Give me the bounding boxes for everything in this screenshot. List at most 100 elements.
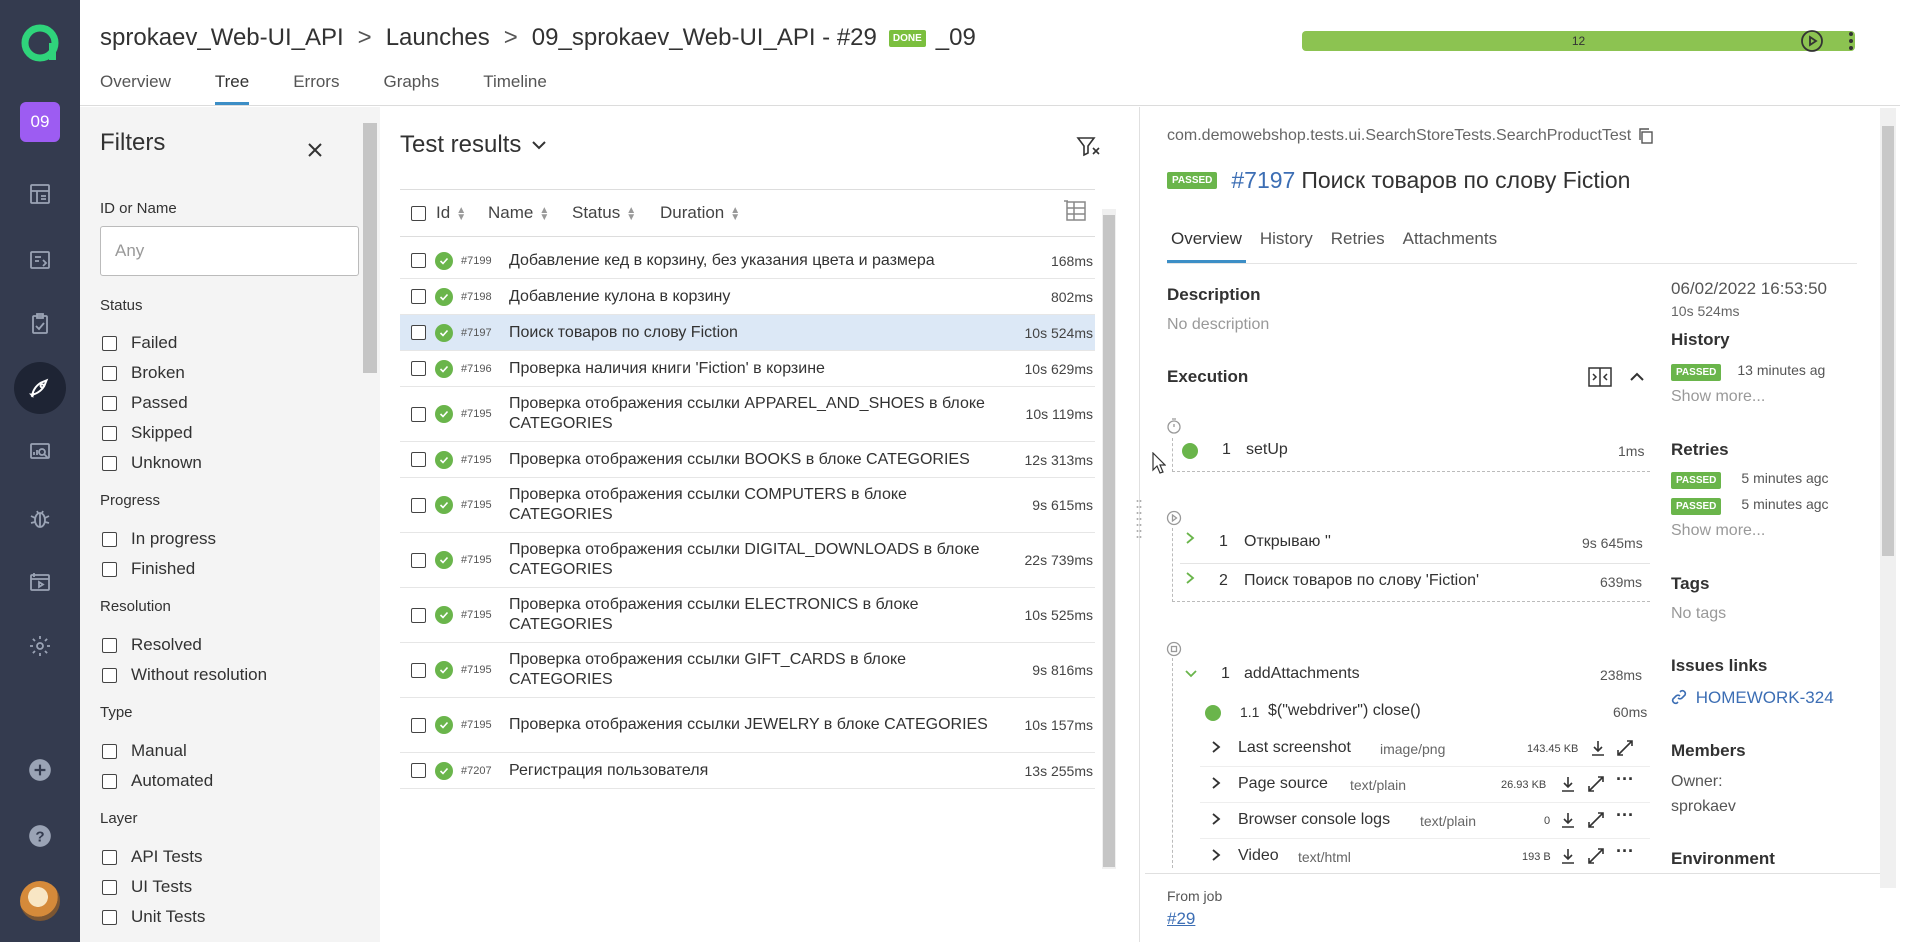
tab-tree[interactable]: Tree	[214, 72, 250, 105]
filter-in-progress[interactable]: In progress	[102, 529, 216, 549]
more-horizontal-icon[interactable]: ···	[1616, 841, 1634, 862]
checkbox[interactable]	[102, 365, 117, 381]
row-checkbox[interactable]	[411, 406, 426, 422]
filter-automated[interactable]: Automated	[102, 771, 213, 791]
checkbox[interactable]	[102, 667, 117, 683]
filter-resolved[interactable]: Resolved	[102, 635, 202, 655]
expand-icon[interactable]	[1588, 776, 1604, 792]
more-vertical-icon[interactable]	[1836, 26, 1866, 56]
table-row-selected[interactable]: #7197 Поиск товаров по слову Fiction 10s 5…	[400, 315, 1095, 351]
defects-icon[interactable]	[14, 492, 66, 544]
analytics-icon[interactable]	[14, 426, 66, 478]
copy-icon[interactable]	[1637, 127, 1655, 145]
table-row[interactable]: #7195 Проверка отображения ссылки APPAREL…	[400, 387, 1095, 442]
filters-scrollbar[interactable]	[363, 123, 377, 373]
breadcrumb-launch[interactable]: 09_sprokaev_Web-UI_API - #29	[532, 24, 877, 52]
tab-test-retries[interactable]: Retries	[1327, 223, 1389, 263]
table-row[interactable]: #7195 Проверка отображения ссылки ELECTRO…	[400, 588, 1095, 643]
tab-test-history[interactable]: History	[1256, 223, 1317, 263]
project-badge[interactable]: 09	[20, 102, 60, 142]
filters-icon[interactable]	[14, 234, 66, 286]
breadcrumb-project[interactable]: sprokaev_Web-UI_API	[100, 24, 344, 52]
chevron-right-icon[interactable]	[1210, 848, 1222, 862]
chevron-right-icon[interactable]	[1210, 812, 1222, 826]
scrollbar-thumb[interactable]	[1882, 126, 1894, 556]
retry-item[interactable]: PASSED 5 minutes agc	[1671, 496, 1861, 515]
checkbox[interactable]	[102, 773, 117, 789]
checkbox[interactable]	[102, 743, 117, 759]
filter-finished[interactable]: Finished	[102, 559, 195, 579]
tab-errors[interactable]: Errors	[293, 72, 339, 105]
row-checkbox[interactable]	[411, 717, 426, 733]
tab-overview[interactable]: Overview	[100, 72, 171, 105]
filter-unknown[interactable]: Unknown	[102, 453, 202, 473]
checkbox[interactable]	[102, 335, 117, 351]
clear-filters-icon[interactable]	[1076, 135, 1102, 164]
scrollbar-thumb[interactable]	[1103, 215, 1115, 867]
filter-failed[interactable]: Failed	[102, 333, 177, 353]
download-icon[interactable]	[1590, 740, 1606, 756]
detail-scrollbar[interactable]	[1880, 108, 1896, 888]
id-or-name-input[interactable]: Any	[100, 226, 359, 276]
from-job-link[interactable]: #29	[1167, 909, 1195, 929]
checkbox[interactable]	[102, 879, 117, 895]
table-row[interactable]: #7196 Проверка наличия книги 'Fiction' в …	[400, 351, 1095, 387]
row-checkbox[interactable]	[411, 763, 426, 778]
select-all-checkbox[interactable]	[411, 205, 426, 221]
filter-ui-tests[interactable]: UI Tests	[102, 877, 192, 897]
sub-step-name[interactable]: $("webdriver") close()	[1268, 702, 1421, 720]
avatar[interactable]	[20, 881, 60, 921]
filter-passed[interactable]: Passed	[102, 393, 188, 413]
issue-link[interactable]: HOMEWORK-324	[1671, 688, 1834, 708]
step-name[interactable]: Открываю ''	[1244, 533, 1331, 551]
checkbox[interactable]	[102, 395, 117, 411]
results-title[interactable]: Test results	[400, 131, 549, 159]
column-id[interactable]: Id ▲ ▼	[436, 203, 488, 223]
tab-test-attachments[interactable]: Attachments	[1399, 223, 1502, 263]
table-row[interactable]: #7195 Проверка отображения ссылки JEWELRY…	[400, 698, 1095, 753]
history-show-more[interactable]: Show more...	[1671, 388, 1765, 406]
chevron-right-icon[interactable]	[1184, 531, 1196, 548]
chevron-down-icon[interactable]	[1184, 667, 1198, 683]
row-checkbox[interactable]	[411, 452, 426, 467]
collapse-icon[interactable]	[1628, 368, 1646, 391]
row-checkbox[interactable]	[411, 289, 426, 304]
setup-step-name[interactable]: setUp	[1246, 441, 1288, 459]
row-checkbox[interactable]	[411, 253, 426, 268]
more-horizontal-icon[interactable]: ···	[1616, 769, 1634, 790]
column-status[interactable]: Status ▲ ▼	[572, 203, 660, 223]
row-checkbox[interactable]	[411, 325, 426, 340]
row-checkbox[interactable]	[411, 361, 426, 376]
table-row[interactable]: #7195 Проверка отображения ссылки COMPUTE…	[400, 478, 1095, 533]
retry-item[interactable]: PASSED 5 minutes agc	[1671, 470, 1861, 489]
chevron-right-icon[interactable]	[1210, 776, 1222, 790]
expand-icon[interactable]	[1588, 812, 1604, 828]
run-icon[interactable]	[1797, 26, 1827, 56]
filter-manual[interactable]: Manual	[102, 741, 187, 761]
chevron-right-icon[interactable]	[1184, 571, 1196, 588]
checkbox[interactable]	[102, 909, 117, 925]
checkbox[interactable]	[102, 637, 117, 653]
add-icon[interactable]	[14, 744, 66, 796]
help-icon[interactable]: ?	[14, 810, 66, 862]
attachment-row[interactable]: Browser console logs text/plain 0 ···	[1200, 805, 1650, 839]
row-checkbox[interactable]	[411, 607, 426, 623]
filter-without-resolution[interactable]: Without resolution	[102, 665, 267, 685]
table-row[interactable]: #7207 Регистрация пользователя 13s 255ms	[400, 753, 1095, 789]
download-icon[interactable]	[1560, 848, 1576, 864]
checkbox[interactable]	[102, 561, 117, 577]
tab-test-overview[interactable]: Overview	[1167, 223, 1246, 263]
jobs-icon[interactable]	[14, 556, 66, 608]
download-icon[interactable]	[1560, 776, 1576, 792]
test-cases-icon[interactable]	[14, 298, 66, 350]
panel-resize-handle[interactable]	[1136, 496, 1142, 546]
dashboard-icon[interactable]	[14, 168, 66, 220]
test-number[interactable]: #7197	[1231, 167, 1295, 194]
settings-icon[interactable]	[14, 620, 66, 672]
table-row[interactable]: #7195 Проверка отображения ссылки BOOKS в…	[400, 442, 1095, 478]
checkbox[interactable]	[102, 849, 117, 865]
expand-icon[interactable]	[1588, 848, 1604, 864]
tab-timeline[interactable]: Timeline	[483, 72, 547, 105]
breadcrumb-launches[interactable]: Launches	[386, 24, 490, 52]
expand-icon[interactable]	[1617, 740, 1633, 756]
